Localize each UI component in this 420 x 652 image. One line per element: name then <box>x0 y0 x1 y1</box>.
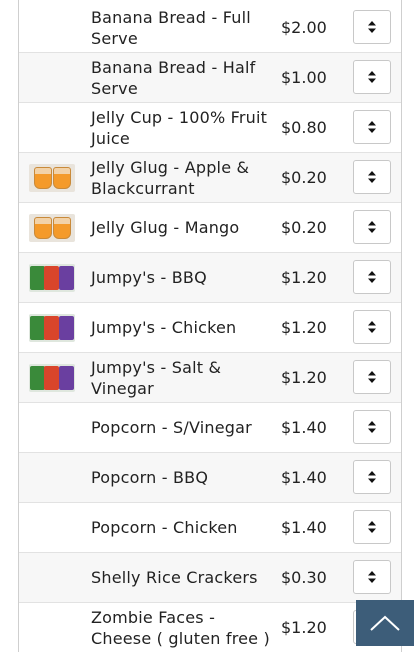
product-price: $1.20 <box>281 368 327 387</box>
up-down-arrows-icon <box>368 221 376 233</box>
jelly-cups-photo <box>29 214 75 242</box>
product-price: $2.00 <box>281 18 327 37</box>
product-name: Jelly Glug - Mango <box>91 218 240 237</box>
product-name: Jelly Cup - 100% Fruit Juice <box>91 107 268 148</box>
product-price: $1.00 <box>281 68 327 87</box>
quantity-stepper[interactable] <box>353 360 391 394</box>
list-item: Shelly Rice Crackers $0.30 <box>19 553 401 603</box>
quantity-stepper[interactable] <box>353 210 391 244</box>
list-item: Popcorn - Chicken $1.40 <box>19 503 401 553</box>
scroll-to-top-button[interactable] <box>356 600 414 646</box>
list-item: Jelly Glug - Mango $0.20 <box>19 203 401 253</box>
quantity-stepper[interactable] <box>353 560 391 594</box>
product-name: Popcorn - S/Vinegar <box>91 418 252 437</box>
up-down-arrows-icon <box>368 71 376 83</box>
product-name: Jelly Glug - Apple & Blackcurrant <box>91 157 250 198</box>
product-price: $1.20 <box>281 618 327 637</box>
quantity-stepper[interactable] <box>353 60 391 94</box>
product-list: Banana Bread - Full Serve $2.00 Banana B… <box>18 0 402 652</box>
list-item: Jumpy's - Salt & Vinegar $1.20 <box>19 353 401 403</box>
product-price: $1.20 <box>281 318 327 337</box>
product-price: $1.40 <box>281 418 327 437</box>
product-name: Zombie Faces - Cheese ( gluten free ) <box>91 607 270 648</box>
quantity-stepper[interactable] <box>353 510 391 544</box>
chevron-up-icon <box>370 615 400 631</box>
chip-bags-photo <box>29 264 75 292</box>
product-name: Jumpy's - BBQ <box>91 268 207 287</box>
list-item: Zombie Faces - Cheese ( gluten free ) $1… <box>19 603 401 652</box>
product-name: Jumpy's - Chicken <box>91 318 237 337</box>
up-down-arrows-icon <box>368 171 376 183</box>
list-item: Jelly Cup - 100% Fruit Juice $0.80 <box>19 103 401 153</box>
product-price: $1.40 <box>281 468 327 487</box>
product-price: $1.40 <box>281 518 327 537</box>
list-item: Popcorn - S/Vinegar $1.40 <box>19 403 401 453</box>
product-name: Jumpy's - Salt & Vinegar <box>91 357 222 398</box>
product-price: $0.20 <box>281 218 327 237</box>
list-item: Banana Bread - Full Serve $2.00 <box>19 3 401 53</box>
list-item: Popcorn - BBQ $1.40 <box>19 453 401 503</box>
list-item: Banana Bread - Half Serve $1.00 <box>19 53 401 103</box>
chip-bags-photo <box>29 364 75 392</box>
product-price: $1.20 <box>281 268 327 287</box>
up-down-arrows-icon <box>368 271 376 283</box>
list-item: Jumpy's - Chicken $1.20 <box>19 303 401 353</box>
product-name: Shelly Rice Crackers <box>91 568 258 587</box>
up-down-arrows-icon <box>368 371 376 383</box>
quantity-stepper[interactable] <box>353 260 391 294</box>
quantity-stepper[interactable] <box>353 460 391 494</box>
quantity-stepper[interactable] <box>353 110 391 144</box>
product-name: Popcorn - Chicken <box>91 518 238 537</box>
up-down-arrows-icon <box>368 471 376 483</box>
up-down-arrows-icon <box>368 421 376 433</box>
product-name: Banana Bread - Full Serve <box>91 7 251 48</box>
quantity-stepper[interactable] <box>353 410 391 444</box>
product-price: $0.30 <box>281 568 327 587</box>
quantity-stepper[interactable] <box>353 310 391 344</box>
list-item: Jumpy's - BBQ $1.20 <box>19 253 401 303</box>
product-name: Popcorn - BBQ <box>91 468 209 487</box>
product-price: $0.20 <box>281 168 327 187</box>
up-down-arrows-icon <box>368 571 376 583</box>
quantity-stepper[interactable] <box>353 160 391 194</box>
quantity-stepper[interactable] <box>353 10 391 44</box>
up-down-arrows-icon <box>368 21 376 33</box>
jelly-cups-photo <box>29 164 75 192</box>
up-down-arrows-icon <box>368 521 376 533</box>
up-down-arrows-icon <box>368 121 376 133</box>
up-down-arrows-icon <box>368 321 376 333</box>
product-name: Banana Bread - Half Serve <box>91 57 256 98</box>
list-item: Jelly Glug - Apple & Blackcurrant $0.20 <box>19 153 401 203</box>
product-price: $0.80 <box>281 118 327 137</box>
chip-bags-photo <box>29 314 75 342</box>
